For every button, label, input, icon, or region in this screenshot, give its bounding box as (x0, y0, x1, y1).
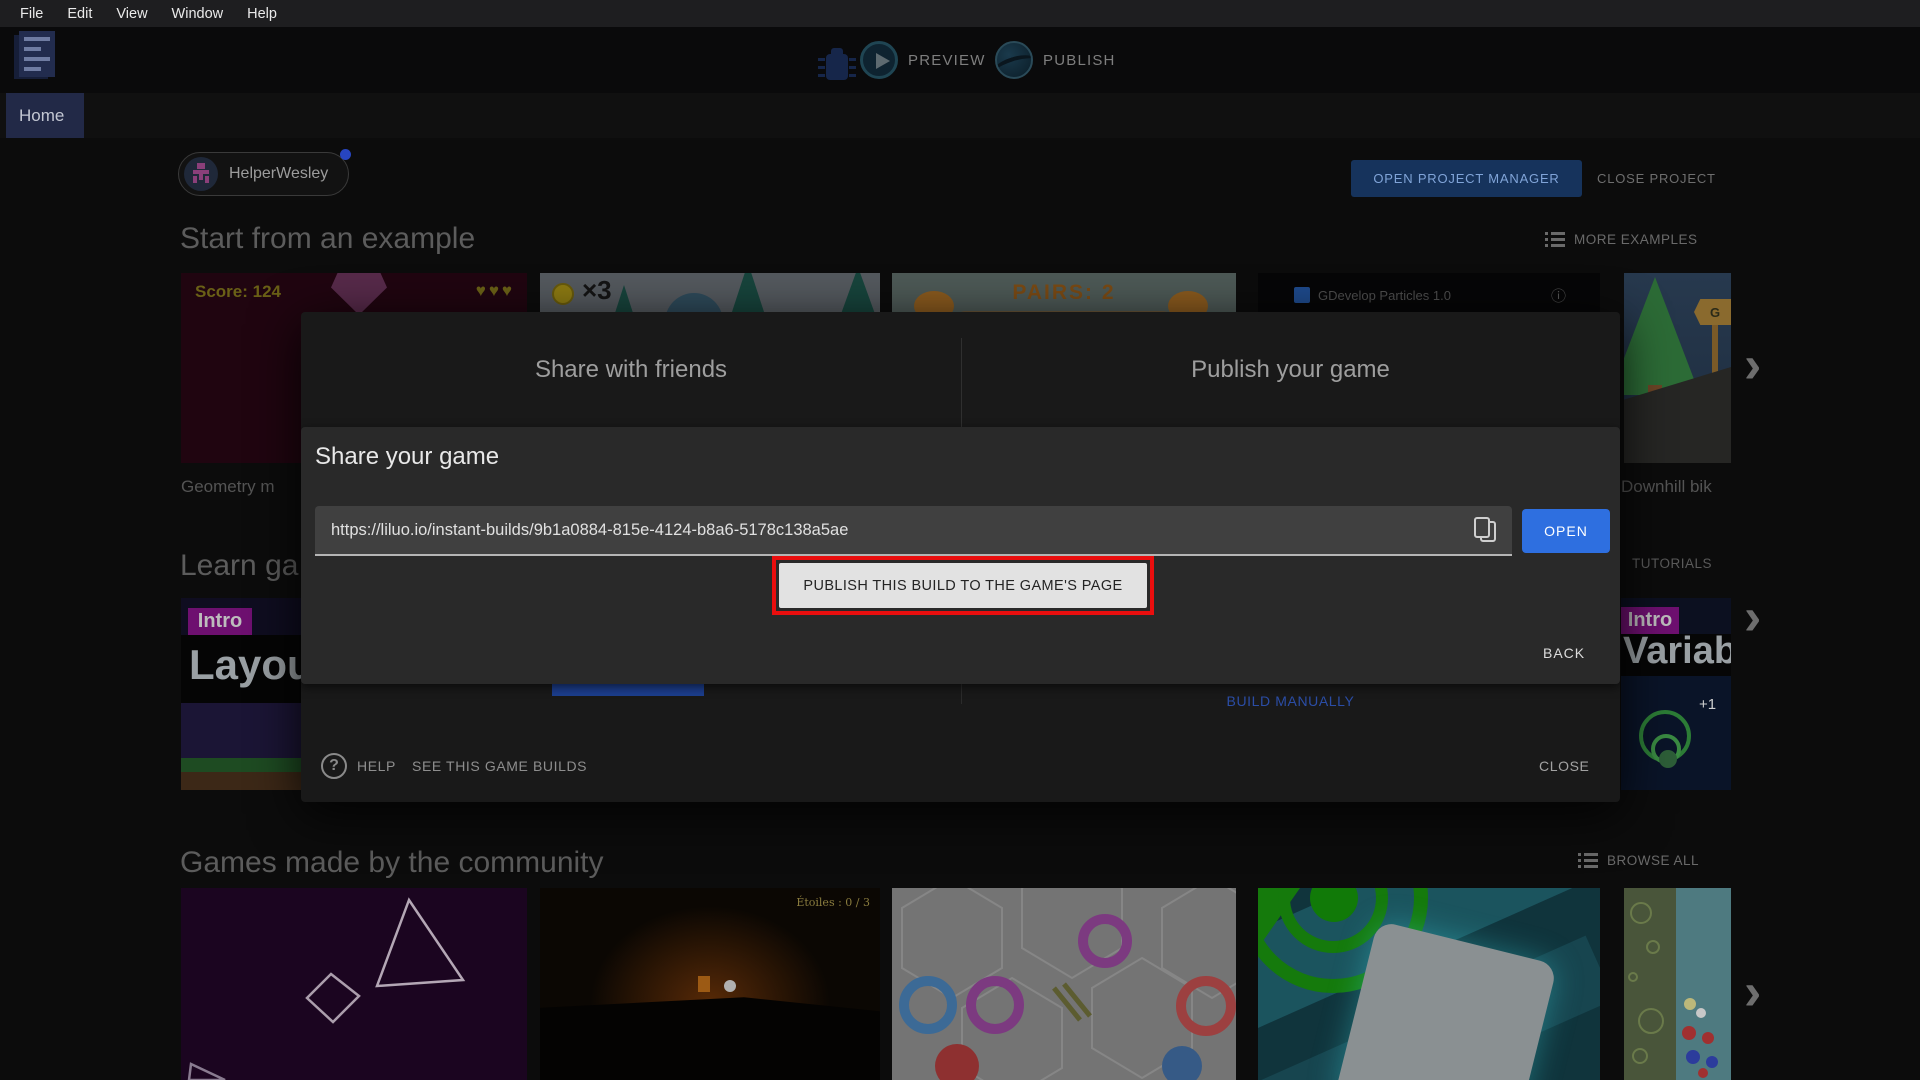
example-card-downhill[interactable]: G (1624, 273, 1731, 463)
user-chip[interactable]: HelperWesley (178, 152, 350, 196)
stars-counter: Étoiles : 0 / 3 (796, 896, 870, 909)
play-icon (860, 41, 898, 79)
tab-divider (961, 338, 962, 427)
build-manually-link[interactable]: BUILD MANUALLY (961, 693, 1620, 709)
sign-plaque: G (1694, 299, 1731, 325)
tab-share-with-friends[interactable]: Share with friends (301, 312, 961, 427)
learn-section-title: Learn ga (180, 549, 299, 582)
caption-downhill-bike: Downhill bik (1621, 477, 1712, 496)
aqua-strip (1676, 888, 1731, 1080)
build-url-text[interactable]: https://liluo.io/instant-builds/9b1a0884… (315, 521, 1466, 540)
menu-edit[interactable]: Edit (55, 6, 104, 22)
examples-scroll-right-chevron[interactable]: › (1744, 339, 1761, 391)
olive-strip (1624, 888, 1676, 1080)
publish-label: PUBLISH (1043, 51, 1116, 69)
project-manager-icon[interactable] (14, 31, 58, 83)
help-icon[interactable]: ? (321, 753, 347, 779)
tutorials-text: TUTORIALS (1632, 556, 1713, 571)
more-examples-button[interactable]: MORE EXAMPLES (1545, 232, 1698, 247)
app-window: File Edit View Window Help PREVIEW PUBLI… (0, 0, 1920, 1080)
help-button[interactable]: HELP (357, 758, 396, 774)
community-section-title: Games made by the community (180, 846, 604, 879)
publish-button[interactable]: PUBLISH (995, 41, 1116, 79)
community-card-teal-rings[interactable] (1258, 888, 1600, 1080)
community-card-hex-rings[interactable] (892, 888, 1236, 1080)
see-game-builds-button[interactable]: SEE THIS GAME BUILDS (412, 758, 587, 774)
browse-all-button[interactable]: BROWSE ALL (1578, 853, 1699, 868)
open-project-manager-button[interactable]: OPEN PROJECT MANAGER (1351, 160, 1582, 197)
publish-build-button[interactable]: PUBLISH THIS BUILD TO THE GAME'S PAGE (779, 563, 1147, 608)
community-card-neon-shapes[interactable] (181, 888, 527, 1080)
more-examples-label: MORE EXAMPLES (1574, 232, 1698, 247)
gdevelop-logo-icon (1294, 287, 1310, 303)
panel-title: Share your game (315, 443, 500, 470)
tab-home[interactable]: Home (6, 93, 84, 138)
monster-shape (331, 273, 387, 315)
particles-title: GDevelop Particles 1.0 (1318, 288, 1451, 303)
community-card-bubbles[interactable] (1624, 888, 1731, 1080)
hearts-icon: ♥♥♥ (475, 281, 515, 300)
tutorials-label[interactable]: TUTORIALS (1632, 556, 1712, 571)
open-build-button[interactable]: OPEN (1522, 509, 1610, 553)
list-icon (1578, 853, 1598, 868)
browse-all-label: BROWSE ALL (1607, 853, 1700, 868)
examples-section-title: Start from an example (180, 222, 476, 255)
green-blob (1659, 750, 1677, 768)
tutorial-word: Layou (189, 641, 313, 688)
campfire (698, 976, 710, 992)
tutorial-card-variables[interactable]: Intro Variab +1 (1621, 598, 1731, 790)
tab-publish-your-game[interactable]: Publish your game (961, 312, 1620, 427)
community-scroll-right-chevron[interactable]: › (1744, 966, 1761, 1018)
share-your-game-panel: Share your game https://liluo.io/instant… (301, 427, 1620, 684)
plus-one-text: +1 (1699, 696, 1717, 713)
background-button-fragment (552, 684, 704, 696)
menu-view[interactable]: View (104, 6, 159, 22)
variables-art: +1 (1621, 676, 1731, 790)
info-icon: ⓘ (1550, 288, 1566, 305)
share-dialog: Share with friends Publish your game BUI… (301, 312, 1620, 802)
editor-tab-bar: Home (0, 93, 1920, 138)
coin-multiplier: ×3 (582, 275, 612, 305)
title-band: Variab (1621, 630, 1731, 676)
player-ball (724, 980, 736, 992)
menu-file[interactable]: File (8, 6, 55, 22)
close-project-button[interactable]: CLOSE PROJECT (1597, 160, 1716, 197)
score-text: Score: 124 (195, 282, 281, 301)
main-toolbar: PREVIEW PUBLISH (0, 27, 1920, 93)
copy-link-button[interactable] (1466, 510, 1506, 550)
caption-geometry-monster: Geometry m (181, 477, 275, 496)
back-button[interactable]: BACK (1543, 645, 1585, 661)
close-dialog-button[interactable]: CLOSE (1539, 758, 1589, 774)
username: HelperWesley (229, 165, 329, 182)
preview-label: PREVIEW (908, 51, 986, 69)
globe-icon (995, 41, 1033, 79)
debug-icon[interactable] (818, 44, 856, 86)
menu-window[interactable]: Window (160, 6, 236, 22)
notification-dot (340, 149, 351, 160)
intro-badge: Intro (188, 608, 252, 635)
menu-bar: File Edit View Window Help (0, 0, 1920, 27)
community-card-campfire[interactable]: Étoiles : 0 / 3 (540, 888, 880, 1080)
tutorial-word: Variab (1623, 630, 1731, 672)
list-icon (1545, 232, 1565, 247)
preview-button[interactable]: PREVIEW (860, 41, 986, 79)
tree-shape (1624, 277, 1700, 395)
build-url-field[interactable]: https://liluo.io/instant-builds/9b1a0884… (315, 506, 1512, 556)
tutorials-scroll-right-chevron[interactable]: › (1744, 591, 1761, 643)
menu-help[interactable]: Help (235, 6, 289, 22)
avatar (184, 157, 218, 191)
coin-icon (552, 283, 574, 305)
